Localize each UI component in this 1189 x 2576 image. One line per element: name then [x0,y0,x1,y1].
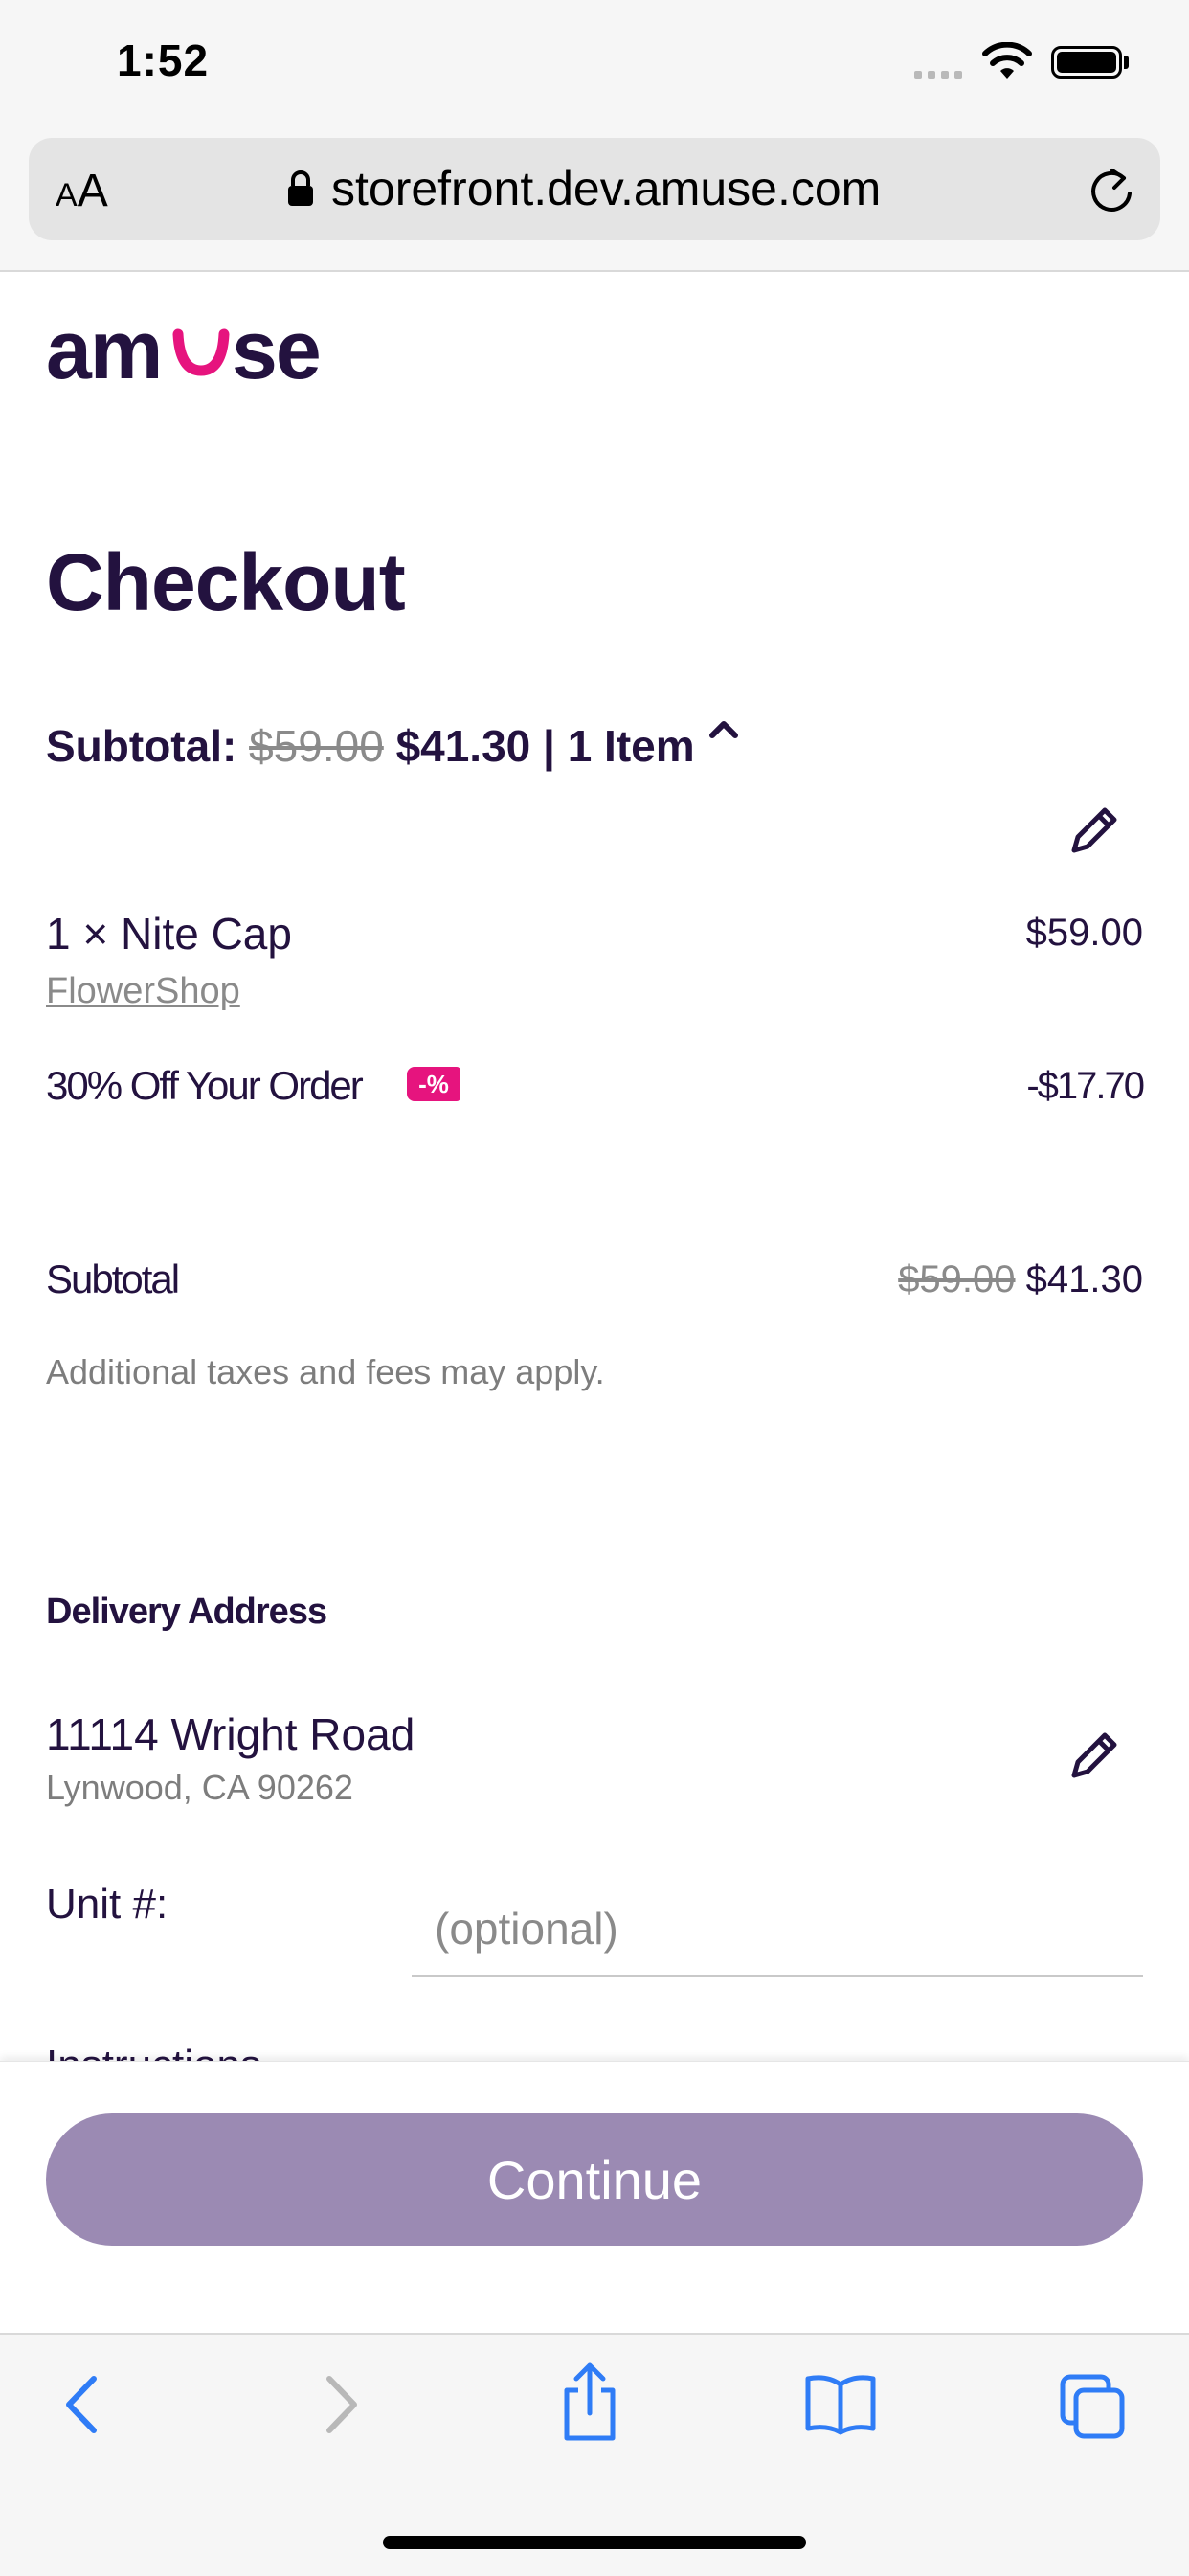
lock-icon [288,170,313,206]
browser-top-bar: 1:52 AA storefront.dev.amuse.com [0,0,1189,272]
summary-original-price: $59.00 [249,721,384,771]
unit-input[interactable] [412,1883,1143,1977]
back-icon[interactable] [59,2373,107,2436]
cellular-signal-icon [914,71,962,79]
forward-icon[interactable] [316,2373,364,2436]
line-item-name: 1 × Nite Cap [46,909,292,959]
bottom-action-bar: Continue [0,2061,1189,2334]
page-title: Checkout [46,537,406,627]
wifi-icon [982,42,1032,79]
svg-text:se: se [232,311,320,388]
reload-icon[interactable] [1088,165,1135,216]
taxes-note: Additional taxes and fees may apply. [46,1352,605,1391]
instructions-label-partial: Instructions [46,2042,261,2061]
unit-label: Unit #: [46,1881,168,1928]
address-line-2: Lynwood, CA 90262 [46,1768,353,1807]
address-line-1: 11114 Wright Road [46,1709,415,1759]
line-item-shop-link[interactable]: FlowerShop [46,971,240,1012]
tabs-icon[interactable] [1059,2373,1128,2442]
line-item-price: $59.00 [1025,912,1143,954]
summary-item-count: | 1 Item [543,721,695,771]
continue-button[interactable]: Continue [46,2113,1143,2246]
url-bar[interactable]: AA storefront.dev.amuse.com [29,138,1160,240]
delivery-section-title: Delivery Address [46,1592,327,1632]
battery-icon [1051,46,1122,79]
status-time: 1:52 [117,35,210,85]
svg-text:am: am [46,311,161,388]
url-text: storefront.dev.amuse.com [331,162,882,215]
summary-price: $41.30 [395,721,531,771]
home-indicator[interactable] [383,2536,806,2549]
discount-amount: -$17.70 [1026,1065,1145,1107]
amuse-logo[interactable]: am se [46,311,333,388]
subtotal-price: $41.30 [1025,1258,1143,1300]
edit-address-pencil-icon[interactable] [1066,1728,1122,1783]
battery-cap [1124,56,1129,69]
chevron-up-icon[interactable] [707,714,741,743]
subtotal-values: $59.00 $41.30 [898,1258,1143,1301]
subtotal-label: Subtotal [46,1256,180,1301]
share-icon[interactable] [559,2361,620,2442]
summary-label: Subtotal: [46,721,237,771]
edit-cart-pencil-icon[interactable] [1066,802,1122,858]
discount-label: 30% Off Your Order [46,1063,364,1108]
order-summary-toggle[interactable]: Subtotal: $59.00 $41.30 | 1 Item [46,720,695,772]
subtotal-original-price: $59.00 [898,1258,1016,1300]
bookmarks-icon[interactable] [804,2373,877,2436]
discount-tag-icon: -% [407,1067,460,1101]
text-size-button[interactable]: AA [56,165,108,217]
